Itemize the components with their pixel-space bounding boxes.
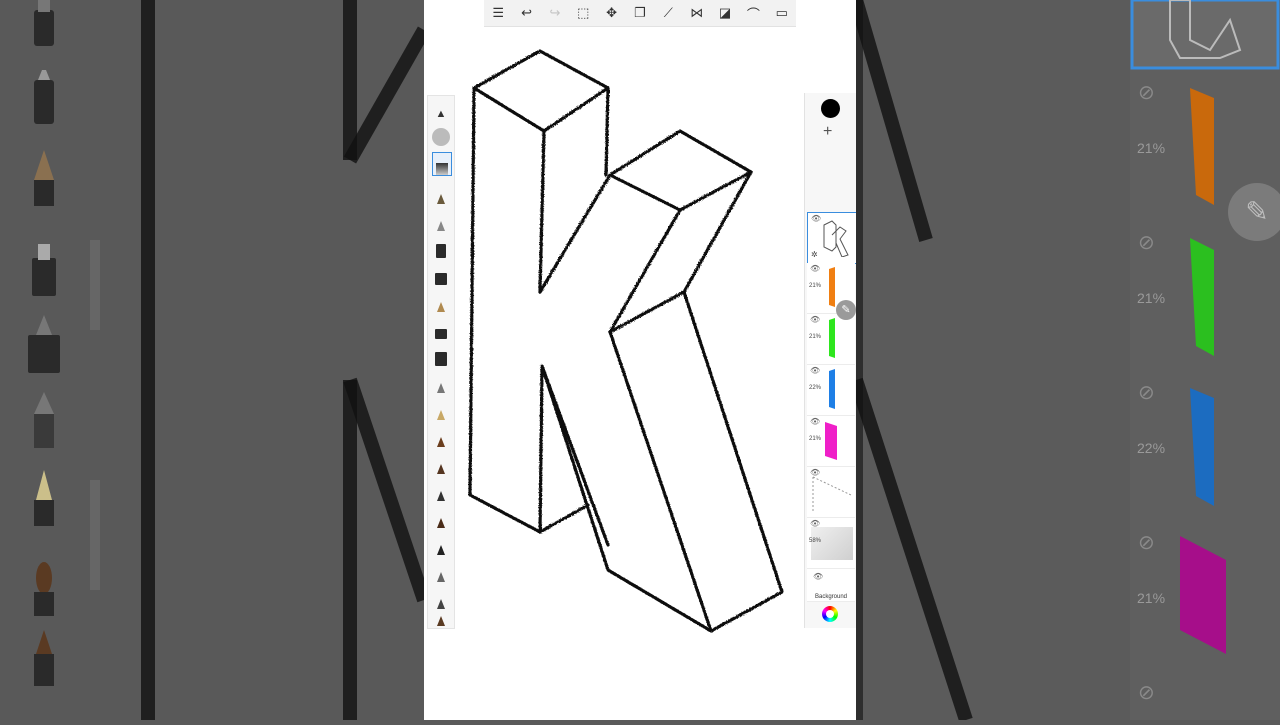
eye-icon[interactable]: 👁 — [810, 315, 820, 324]
backdrop-brush-icon — [22, 150, 66, 206]
backdrop-eye-icon: ⊘ — [1138, 82, 1155, 104]
transform-icon[interactable]: ✥ — [601, 2, 623, 24]
shapes-icon[interactable]: ◪ — [714, 2, 736, 24]
sketch-app: ☰ ↩ ↪ ⬚ ✥ ❐ ⟋ ⋈ ◪ ⌒ ▭ ▲ + 👁 ✲ 👁 21% 👁 21… — [424, 0, 856, 720]
backdrop-eye-icon: ⊘ — [1138, 232, 1155, 254]
brush-extra-icon[interactable] — [432, 610, 450, 626]
opacity-icon[interactable] — [432, 124, 450, 146]
layer-opacity: 58% — [809, 538, 822, 544]
brush-nib-icon[interactable] — [432, 560, 450, 582]
selection-icon[interactable]: ⬚ — [572, 2, 594, 24]
backdrop-pct: 21% — [1137, 140, 1166, 156]
layer-opacity: 21% — [809, 283, 822, 289]
backdrop-brush-icon — [22, 630, 66, 686]
backdrop-pct: 21% — [1137, 590, 1166, 606]
curve-icon[interactable]: ⌒ — [742, 2, 764, 24]
drawing-canvas[interactable] — [424, 0, 856, 720]
fullscreen-icon[interactable]: ▭ — [771, 2, 793, 24]
layer-opacity: 22% — [809, 385, 822, 391]
backdrop-layers-panel — [1130, 0, 1280, 720]
brush-fill-icon[interactable] — [432, 344, 450, 366]
brush-square-icon[interactable] — [432, 152, 452, 176]
add-layer-icon[interactable]: + — [823, 123, 832, 141]
brush-pen-icon[interactable] — [432, 209, 450, 231]
backdrop-brush-icon — [22, 70, 66, 124]
symmetry-icon[interactable]: ⋈ — [686, 2, 708, 24]
backdrop-brush-icon — [22, 0, 66, 52]
layer-thumbnail — [825, 422, 837, 460]
backdrop-brush-icon — [22, 240, 66, 296]
backdrop-pencil-icon: ✎ — [1228, 183, 1280, 241]
layer-thumbnail — [829, 318, 835, 358]
brush-inkpen-icon[interactable] — [432, 263, 450, 285]
background-layer-label: Background — [815, 594, 848, 600]
backdrop-brush-icon — [22, 560, 66, 616]
lock-icon[interactable]: ✲ — [811, 250, 818, 259]
backdrop-brush-icon — [22, 315, 66, 373]
brush-settings-icon[interactable]: ▲ — [432, 98, 450, 120]
pencil-icon[interactable]: ✎ — [836, 300, 856, 320]
ruler-icon[interactable]: ⟋ — [657, 2, 679, 24]
brush-chalk-icon[interactable] — [432, 398, 450, 420]
backdrop-left — [0, 0, 424, 720]
brush-watercolor-icon[interactable] — [432, 452, 450, 474]
backdrop-eye-icon: ⊘ — [1138, 682, 1155, 704]
eye-icon[interactable]: 👁 — [810, 366, 820, 375]
redo-icon[interactable]: ↪ — [544, 2, 566, 24]
undo-icon[interactable]: ↩ — [516, 2, 538, 24]
backdrop-eye-icon: ⊘ — [1138, 382, 1155, 404]
layer-thumbnail — [823, 220, 849, 257]
backdrop-pct: 21% — [1137, 290, 1166, 306]
layer-blue[interactable]: 👁 22% — [807, 365, 855, 416]
layers-icon[interactable]: ❐ — [629, 2, 651, 24]
backdrop-pct: 22% — [1137, 440, 1166, 456]
top-toolbar: ☰ ↩ ↪ ⬚ ✥ ❐ ⟋ ⋈ ◪ ⌒ ▭ — [484, 0, 796, 27]
layers-panel: + 👁 ✲ 👁 21% 👁 21% 👁 22% 👁 21% 👁 👁 58% 👁 … — [804, 93, 856, 628]
eye-icon[interactable]: 👁 — [810, 417, 820, 426]
layer-sketch[interactable]: 👁 ✲ — [807, 212, 856, 264]
layer-opacity: 21% — [809, 436, 822, 442]
layer-magenta[interactable]: 👁 21% — [807, 416, 855, 467]
brush-marker-icon[interactable] — [432, 236, 450, 258]
backdrop-brush-icon — [22, 392, 66, 448]
eye-icon[interactable]: 👁 — [810, 264, 820, 273]
current-color-swatch[interactable] — [821, 99, 840, 118]
backdrop-eye-icon: ⊘ — [1138, 532, 1155, 554]
layer-thumbnail — [829, 369, 835, 409]
brush-paint-icon[interactable] — [432, 425, 450, 447]
layer-guides[interactable]: 👁 — [807, 467, 855, 518]
layer-background[interactable]: 👁 Background — [807, 569, 855, 602]
brush-palette: ▲ — [427, 95, 455, 629]
backdrop-brush-icon — [22, 470, 66, 526]
layer-paper[interactable]: 👁 58% — [807, 518, 855, 569]
brush-blender-icon[interactable] — [432, 371, 450, 393]
list-icon[interactable]: ☰ — [487, 2, 509, 24]
brush-charcoal-icon[interactable] — [432, 533, 450, 555]
letter-k-sketch — [468, 49, 784, 633]
layer-green[interactable]: 👁 21% — [807, 314, 855, 365]
brush-oil-icon[interactable] — [432, 506, 450, 528]
color-wheel-icon[interactable] — [822, 606, 838, 622]
brush-eraser-icon[interactable] — [432, 587, 450, 609]
brush-pencil-icon[interactable] — [432, 182, 450, 204]
layer-opacity: 21% — [809, 334, 822, 340]
brush-crayon-icon[interactable] — [432, 290, 450, 312]
brush-airbrush-icon[interactable] — [432, 317, 450, 339]
eye-icon[interactable]: 👁 — [813, 572, 823, 581]
brush-smudge-icon[interactable] — [432, 479, 450, 501]
layer-thumbnail — [812, 476, 852, 513]
